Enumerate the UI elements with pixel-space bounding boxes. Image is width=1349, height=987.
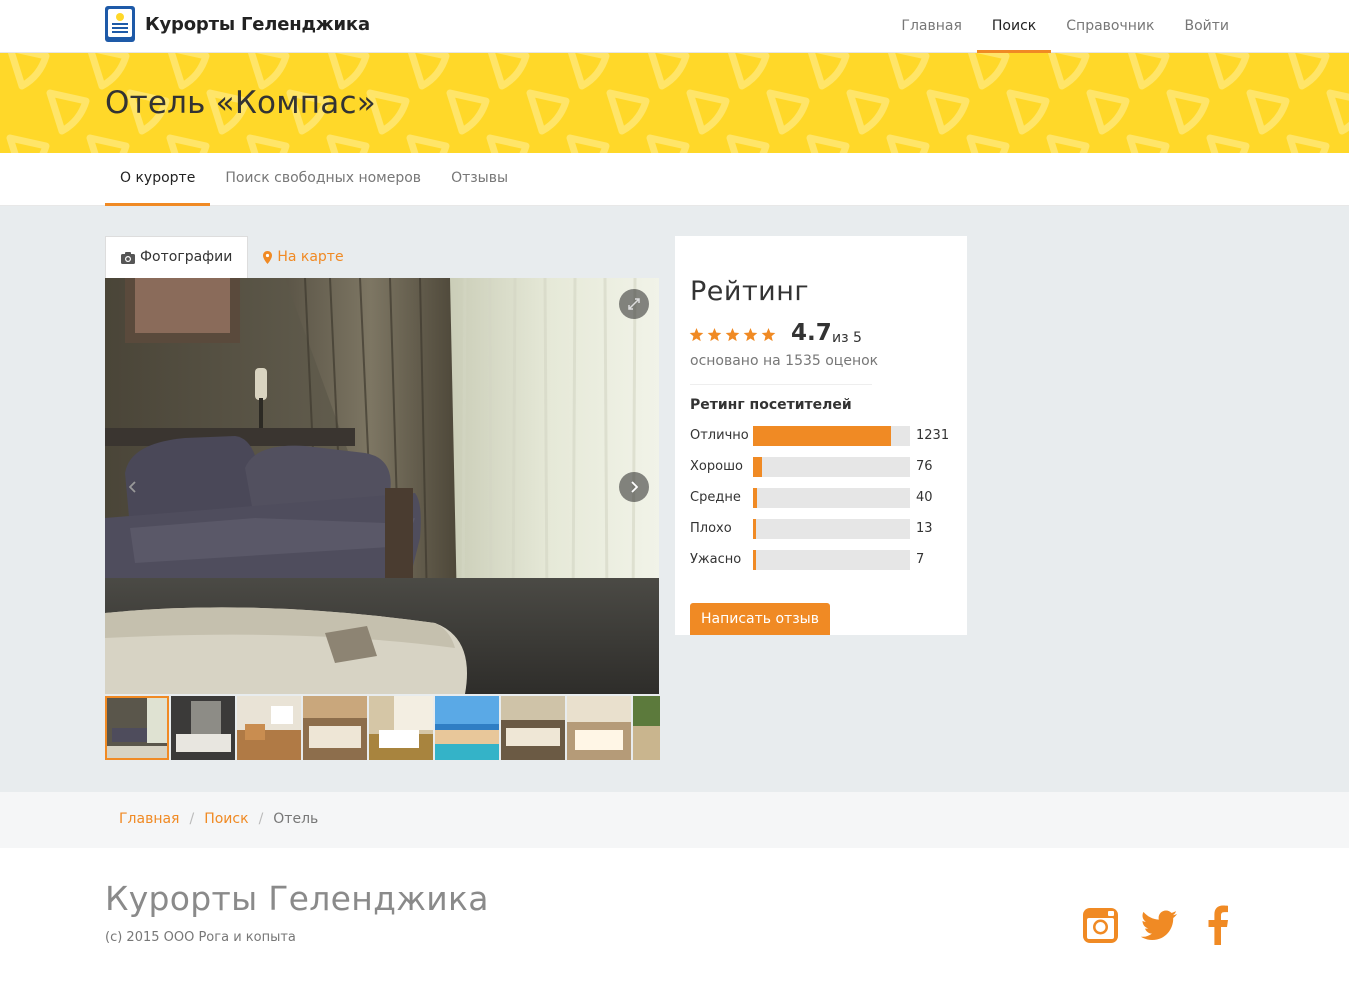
thumbnail[interactable] bbox=[237, 696, 301, 760]
rating-bar-count: 7 bbox=[916, 552, 925, 567]
rating-bar-label: Ужасно bbox=[690, 552, 742, 567]
rating-bar-row: Ужасно 7 bbox=[690, 550, 960, 570]
page-banner: Отель «Компас» bbox=[0, 53, 1349, 153]
rating-bar-track bbox=[753, 457, 910, 477]
rating-bar-count: 13 bbox=[916, 521, 933, 536]
sub-navbar: О курорте Поиск свободных номеров Отзывы bbox=[0, 153, 1349, 206]
rating-bar-fill bbox=[753, 519, 756, 539]
divider bbox=[690, 384, 872, 385]
rating-bar-row: Хорошо 76 bbox=[690, 457, 960, 477]
breadcrumb-separator: / bbox=[189, 811, 195, 827]
main-nav: Главная Поиск Справочник Войти bbox=[886, 0, 1244, 53]
tab-reviews[interactable]: Отзывы bbox=[436, 153, 523, 206]
star-icon bbox=[743, 328, 758, 342]
rating-bar-row: Плохо 13 bbox=[690, 519, 960, 539]
rating-bar-track bbox=[753, 426, 910, 446]
thumbnail[interactable] bbox=[303, 696, 367, 760]
thumbnail[interactable] bbox=[633, 696, 660, 760]
breadcrumb-current: Отель bbox=[273, 811, 319, 827]
breadcrumb-separator: / bbox=[258, 811, 264, 827]
thumbnail[interactable] bbox=[105, 696, 169, 760]
tab-map-label: На карте bbox=[277, 248, 344, 265]
nav-item-directory[interactable]: Справочник bbox=[1051, 0, 1169, 53]
rating-bar-track bbox=[753, 488, 910, 508]
thumbnail[interactable] bbox=[369, 696, 433, 760]
rating-score: 4.7 bbox=[791, 320, 832, 346]
nav-item-search[interactable]: Поиск bbox=[976, 0, 1052, 53]
thumbnail[interactable] bbox=[567, 696, 631, 760]
breadcrumb-search[interactable]: Поиск bbox=[204, 811, 248, 827]
footer-copyright: (c) 2015 ООО Рога и копыта bbox=[105, 930, 296, 945]
thumbnail[interactable] bbox=[435, 696, 499, 760]
thumbnail[interactable] bbox=[501, 696, 565, 760]
nav-item-home[interactable]: Главная bbox=[886, 0, 976, 53]
prev-photo-button[interactable] bbox=[118, 472, 148, 502]
fullscreen-button[interactable] bbox=[619, 289, 649, 319]
page-title: Отель «Компас» bbox=[105, 85, 376, 121]
rating-bar-fill bbox=[753, 426, 891, 446]
expand-icon bbox=[628, 298, 640, 310]
rating-bar-track bbox=[753, 519, 910, 539]
camera-icon bbox=[121, 251, 135, 264]
write-review-button[interactable]: Написать отзыв bbox=[690, 603, 830, 635]
rating-bar-track bbox=[753, 550, 910, 570]
gallery-tabs: Фотографии На карте bbox=[105, 236, 359, 278]
breadcrumb-home[interactable]: Главная bbox=[119, 811, 179, 827]
rating-bar-fill bbox=[753, 488, 757, 508]
rating-stars bbox=[689, 328, 776, 342]
rating-bar-label: Хорошо bbox=[690, 459, 743, 474]
tab-photos-label: Фотографии bbox=[140, 249, 233, 265]
star-icon bbox=[707, 328, 722, 342]
map-marker-icon bbox=[263, 250, 273, 264]
top-navbar: Курорты Геленджика Главная Поиск Справоч… bbox=[0, 0, 1349, 53]
thumbnail[interactable] bbox=[171, 696, 235, 760]
star-icon bbox=[725, 328, 740, 342]
brand-name[interactable]: Курорты Геленджика bbox=[145, 14, 370, 35]
rating-bar-label: Отлично bbox=[690, 428, 749, 443]
tab-map[interactable]: На карте bbox=[248, 236, 358, 278]
instagram-icon[interactable] bbox=[1082, 905, 1119, 945]
rating-panel: Рейтинг 4.7 из 5 основано на 1535 оценок… bbox=[675, 236, 967, 635]
chevron-right-icon bbox=[631, 481, 638, 493]
star-icon bbox=[689, 328, 704, 342]
rating-bar-count: 40 bbox=[916, 490, 933, 505]
twitter-icon[interactable] bbox=[1139, 905, 1179, 945]
thumbnail-strip bbox=[105, 696, 660, 760]
chevron-left-icon bbox=[129, 481, 136, 493]
rating-out-of: из 5 bbox=[832, 330, 862, 346]
visitor-rating-title: Ретинг посетителей bbox=[690, 397, 852, 413]
rating-bar-fill bbox=[753, 457, 762, 477]
facebook-icon[interactable] bbox=[1207, 905, 1229, 945]
rating-title: Рейтинг bbox=[690, 276, 810, 307]
rating-bar-label: Средне bbox=[690, 490, 741, 505]
rating-count: основано на 1535 оценок bbox=[690, 353, 879, 369]
hotel-room-image bbox=[105, 278, 659, 694]
tab-about[interactable]: О курорте bbox=[105, 153, 211, 206]
footer-title: Курорты Геленджика bbox=[105, 879, 489, 918]
logo-icon[interactable] bbox=[105, 6, 135, 42]
rating-bar-count: 76 bbox=[916, 459, 933, 474]
nav-item-login[interactable]: Войти bbox=[1169, 0, 1244, 53]
rating-bar-row: Средне 40 bbox=[690, 488, 960, 508]
rating-bar-fill bbox=[753, 550, 756, 570]
breadcrumb: Главная / Поиск / Отель bbox=[0, 792, 1349, 848]
tab-photos[interactable]: Фотографии bbox=[105, 236, 249, 278]
rating-bar-row: Отлично 1231 bbox=[690, 426, 960, 446]
star-icon bbox=[761, 328, 776, 342]
rating-bar-count: 1231 bbox=[916, 428, 950, 443]
tab-room-search[interactable]: Поиск свободных номеров bbox=[210, 153, 436, 206]
next-photo-button[interactable] bbox=[619, 472, 649, 502]
rating-bar-label: Плохо bbox=[690, 521, 732, 536]
main-photo[interactable] bbox=[105, 278, 659, 694]
